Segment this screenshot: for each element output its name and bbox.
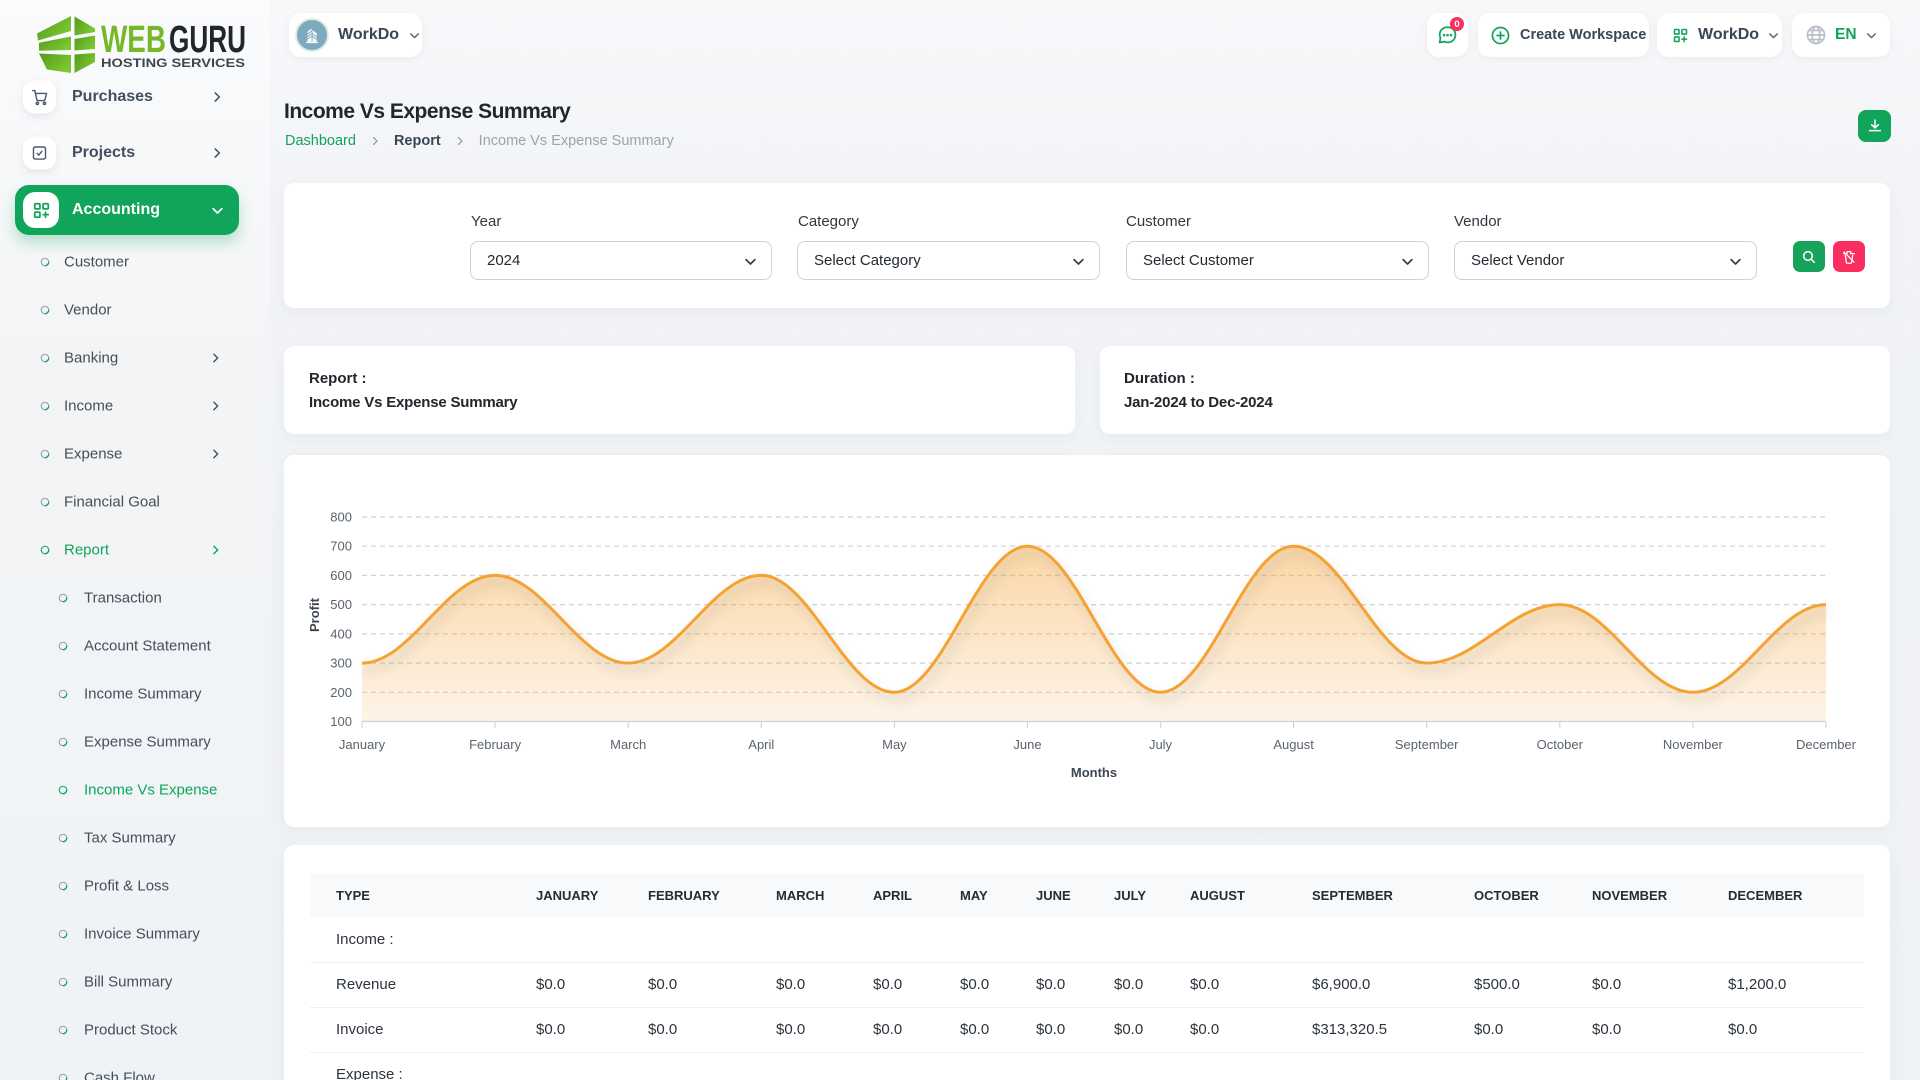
svg-text:800: 800 (330, 510, 352, 525)
svg-text:Months: Months (1071, 765, 1117, 780)
svg-text:GURU: GURU (169, 19, 246, 61)
svg-text:February: February (469, 737, 522, 752)
svg-text:January: January (339, 737, 386, 752)
svg-text:August: August (1273, 737, 1314, 752)
svg-text:400: 400 (330, 626, 352, 641)
svg-text:700: 700 (330, 539, 352, 554)
svg-text:500: 500 (330, 597, 352, 612)
svg-text:HOSTING SERVICES: HOSTING SERVICES (101, 56, 245, 70)
svg-text:December: December (1796, 737, 1857, 752)
svg-text:100: 100 (330, 714, 352, 729)
svg-text:300: 300 (330, 656, 352, 671)
svg-text:October: October (1537, 737, 1584, 752)
svg-text:November: November (1663, 737, 1724, 752)
svg-text:June: June (1013, 737, 1041, 752)
svg-text:April: April (748, 737, 774, 752)
svg-text:July: July (1149, 737, 1173, 752)
svg-text:Profit: Profit (307, 597, 322, 632)
svg-text:March: March (610, 737, 646, 752)
svg-text:September: September (1395, 737, 1459, 752)
svg-text:May: May (882, 737, 907, 752)
svg-text:200: 200 (330, 685, 352, 700)
svg-text:WEB: WEB (101, 19, 166, 61)
svg-text:600: 600 (330, 568, 352, 583)
